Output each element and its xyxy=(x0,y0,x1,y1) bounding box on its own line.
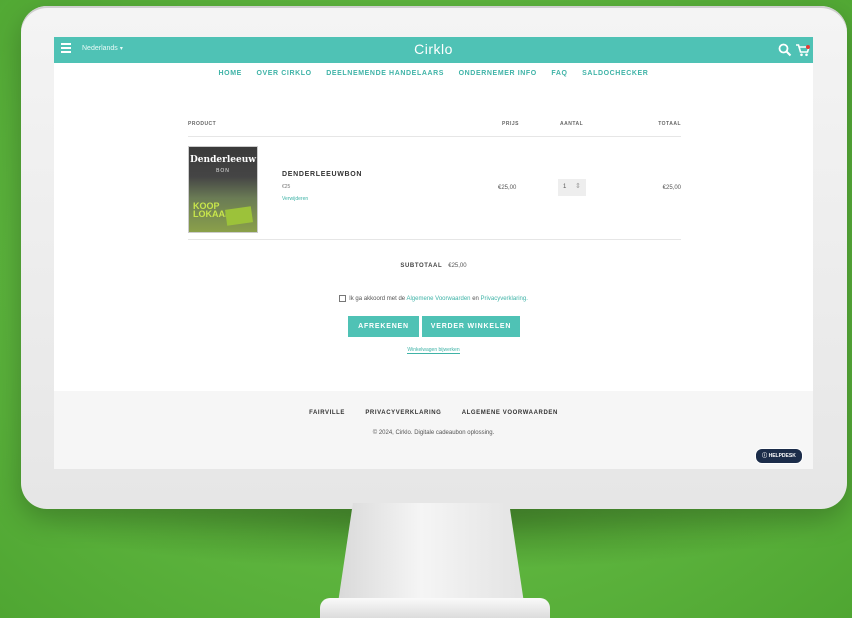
header-quantity: AANTAL xyxy=(560,121,584,127)
cart-badge xyxy=(806,45,810,49)
monitor-stand xyxy=(338,503,524,603)
help-icon: ⓘ xyxy=(762,453,768,459)
product-image-card xyxy=(225,206,253,226)
footer: FAIRVILLE PRIVACYVERKLARING ALGEMENE VOO… xyxy=(54,391,813,469)
header-product: PRODUCT xyxy=(188,121,217,127)
helpdesk-button[interactable]: ⓘ HELPDESK xyxy=(755,448,803,464)
continue-shopping-button[interactable]: VERDER WINKELEN xyxy=(422,316,520,337)
helpdesk-label: HELPDESK xyxy=(768,453,796,459)
privacy-link[interactable]: Privacyverklaring. xyxy=(481,296,528,302)
nav-ondernemer-info[interactable]: ONDERNEMER INFO xyxy=(459,70,537,77)
product-name[interactable]: DENDERLEEUWBON xyxy=(282,171,362,178)
nav-home[interactable]: HOME xyxy=(219,70,242,77)
header-divider xyxy=(188,136,681,137)
update-cart: Winkelwagen bijwerken xyxy=(54,347,813,354)
subtotal: SUBTOTAAL €25,00 xyxy=(54,263,813,269)
main-nav: HOME OVER CIRKLO DEELNEMENDE HANDELAARS … xyxy=(54,70,813,77)
terms-checkbox[interactable] xyxy=(339,295,347,302)
footer-links: FAIRVILLE PRIVACYVERKLARING ALGEMENE VOO… xyxy=(54,410,813,416)
product-image-title: Denderleeuw xyxy=(190,155,256,165)
product-image-subtitle: BON xyxy=(216,168,230,174)
quantity-stepper[interactable]: 1 ⇕ xyxy=(558,179,586,196)
footer-link-privacy[interactable]: PRIVACYVERKLARING xyxy=(365,410,441,416)
top-bar: Nederlands ▾ Cirklo xyxy=(54,37,813,63)
agree-and: en xyxy=(472,296,479,303)
nav-over-cirklo[interactable]: OVER CIRKLO xyxy=(256,70,311,77)
product-price: €25,00 xyxy=(498,185,517,191)
monitor-base xyxy=(320,598,550,618)
agree-text: Ik ga akkoord met de xyxy=(349,296,406,303)
spinner-icon[interactable]: ⇕ xyxy=(575,182,581,190)
copyright: © 2024, Cirklo. Digitale cadeaubon oplos… xyxy=(372,430,495,436)
terms-link[interactable]: Algemene Voorwaarden xyxy=(406,296,470,302)
row-divider xyxy=(188,239,681,240)
checkout-button[interactable]: AFREKENEN xyxy=(348,316,419,337)
product-variant: €25 xyxy=(282,184,291,190)
nav-saldochecker[interactable]: SALDOCHECKER xyxy=(582,70,648,77)
remove-link[interactable]: Verwijderen xyxy=(282,196,308,202)
browser-screen: Nederlands ▾ Cirklo HOME OVER CIRKLO DEEL… xyxy=(54,37,813,469)
terms-agreement: Ik ga akkoord met de Algemene Voorwaarde… xyxy=(54,295,813,302)
footer-link-fairville[interactable]: FAIRVILLE xyxy=(309,410,345,416)
product-image[interactable]: Denderleeuw BON KOOP LOKAAL xyxy=(188,146,258,233)
nav-faq[interactable]: FAQ xyxy=(551,70,567,77)
subtotal-value: €25,00 xyxy=(448,263,467,269)
line-total: €25,00 xyxy=(662,185,681,191)
nav-deelnemende-handelaars[interactable]: DEELNEMENDE HANDELAARS xyxy=(326,70,444,77)
footer-link-terms[interactable]: ALGEMENE VOORWAARDEN xyxy=(462,410,558,416)
update-cart-link[interactable]: Winkelwagen bijwerken xyxy=(407,347,460,354)
quantity-value: 1 xyxy=(563,184,567,190)
subtotal-label: SUBTOTAAL xyxy=(400,263,443,269)
header-price: PRIJS xyxy=(502,121,519,127)
brand-logo[interactable]: Cirklo xyxy=(54,41,813,57)
header-total: TOTAAL xyxy=(658,121,681,127)
search-icon[interactable] xyxy=(778,43,792,57)
